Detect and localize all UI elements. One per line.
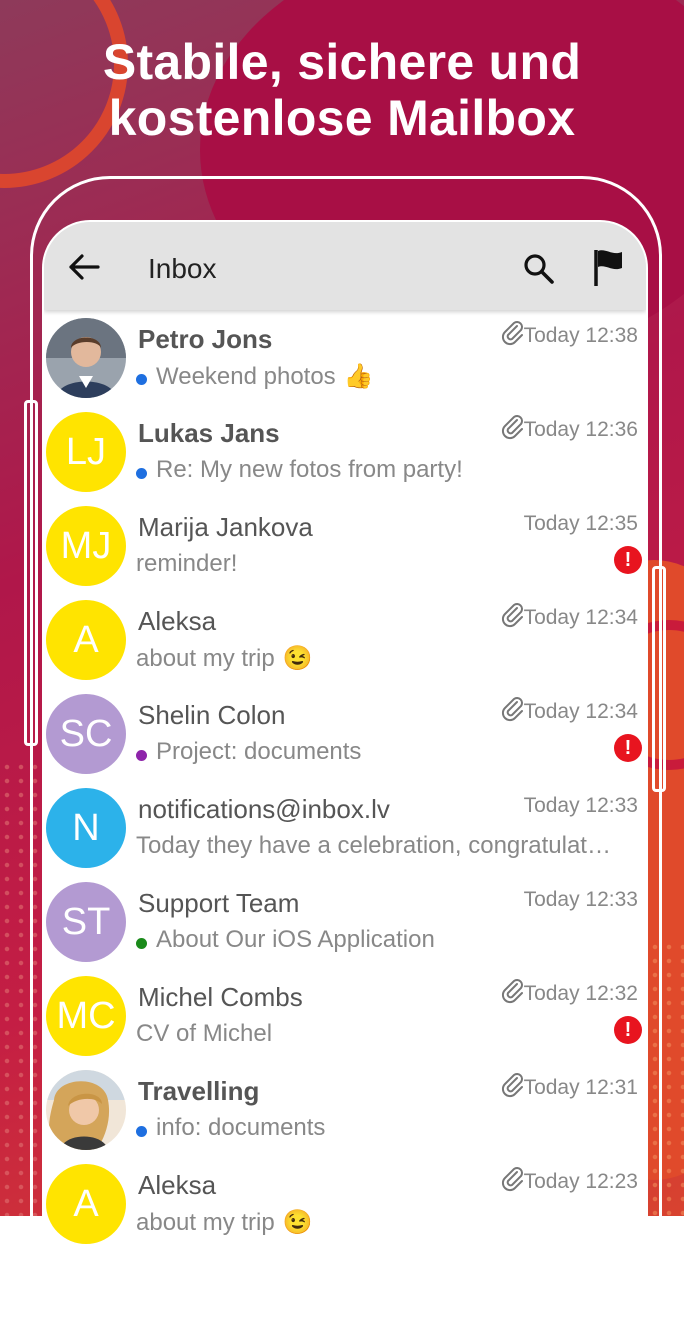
message-time: Today 12:33 xyxy=(523,794,638,817)
message-subject: reminder! xyxy=(136,550,620,578)
subject-text: about my trip xyxy=(136,1209,275,1236)
headline-line-2: kostenlose Mailbox xyxy=(108,90,576,146)
message-row[interactable]: ST Support Team Today 12:33 About Our iOS A… xyxy=(44,876,646,970)
subject-text: Re: My new fotos from party! xyxy=(156,456,463,483)
search-icon[interactable] xyxy=(522,252,556,286)
app-bar: Inbox xyxy=(44,222,646,310)
important-alert-icon: ! xyxy=(614,546,642,574)
attachment-icon xyxy=(500,1072,526,1098)
avatar xyxy=(46,1070,126,1150)
important-alert-icon: ! xyxy=(614,734,642,762)
message-subject: about my trip 😉 xyxy=(136,1208,620,1237)
message-subject: CV of Michel xyxy=(136,1020,620,1048)
message-subject: About Our iOS Application xyxy=(156,926,620,954)
message-subject: Re: My new fotos from party! xyxy=(156,456,620,484)
message-time: Today 12:36 xyxy=(523,418,638,441)
subject-text: Weekend photos xyxy=(156,363,336,390)
message-row[interactable]: LJ Lukas Jans Today 12:36 Re: My new fotos … xyxy=(44,406,646,500)
message-row[interactable]: Travelling Today 12:31 info: documents xyxy=(44,1064,646,1158)
message-row[interactable]: SC Shelin Colon Today 12:34 Project: docume… xyxy=(44,688,646,782)
attachment-icon xyxy=(500,602,526,628)
sender-name: Shelin Colon xyxy=(138,700,286,730)
page-title: Inbox xyxy=(148,253,217,284)
avatar: SC xyxy=(46,694,126,774)
message-time: Today 12:32 xyxy=(523,982,638,1005)
subject-emoji: 👍 xyxy=(343,363,374,390)
label-dot xyxy=(136,750,147,761)
avatar: ST xyxy=(46,882,126,962)
avatar: N xyxy=(46,788,126,868)
avatar: LJ xyxy=(46,412,126,492)
message-time: Today 12:38 xyxy=(523,324,638,347)
message-time: Today 12:31 xyxy=(523,1076,638,1099)
message-subject: about my trip 😉 xyxy=(136,644,620,673)
message-time: Today 12:35 xyxy=(523,512,638,535)
subject-text: info: documents xyxy=(156,1114,326,1141)
label-dot xyxy=(136,468,147,479)
attachment-icon xyxy=(500,1166,526,1192)
subject-text: about my trip xyxy=(136,645,275,672)
sender-name: Lukas Jans xyxy=(138,418,280,448)
important-alert-icon: ! xyxy=(614,1016,642,1044)
headline-line-1: Stabile, sichere und xyxy=(102,34,582,90)
label-dot xyxy=(136,374,147,385)
attachment-icon xyxy=(500,696,526,722)
message-time: Today 12:34 xyxy=(523,606,638,629)
message-row[interactable]: A Aleksa Today 12:34 about my trip 😉 xyxy=(44,594,646,688)
subject-text: CV of Michel xyxy=(136,1020,273,1047)
attachment-icon xyxy=(500,978,526,1004)
message-row[interactable]: Petro Jons Today 12:38 Weekend photos 👍 xyxy=(44,312,646,406)
avatar: MC xyxy=(46,976,126,1056)
label-dot xyxy=(136,938,147,949)
headline: Stabile, sichere und kostenlose Mailbox xyxy=(0,34,684,146)
phone-screen: Inbox Petro Jons Today 12:38 Weekend photo… xyxy=(42,220,648,1324)
arrow-left-icon[interactable] xyxy=(66,252,102,282)
message-time: Today 12:23 xyxy=(523,1170,638,1193)
message-row[interactable]: MC Michel Combs Today 12:32 CV of Michel! xyxy=(44,970,646,1064)
label-dot xyxy=(136,1126,147,1137)
attachment-icon xyxy=(500,320,526,346)
message-subject: Today they have a celebration, congratul… xyxy=(136,832,620,860)
message-subject: info: documents xyxy=(156,1114,620,1142)
avatar: MJ xyxy=(46,506,126,586)
sender-name: Support Team xyxy=(138,888,300,918)
message-subject: Project: documents xyxy=(156,738,620,766)
avatar: A xyxy=(46,1164,126,1244)
subject-text: reminder! xyxy=(136,550,238,577)
phone-side-button xyxy=(24,400,38,746)
sender-name: Travelling xyxy=(138,1076,260,1106)
sender-name: Aleksa xyxy=(138,1170,217,1200)
subject-text: About Our iOS Application xyxy=(156,926,435,953)
message-time: Today 12:33 xyxy=(523,888,638,911)
sender-name: Petro Jons xyxy=(138,324,273,354)
sender-name: Aleksa xyxy=(138,606,217,636)
message-row[interactable]: Nnotifications@inbox.lv Today 12:33 Today … xyxy=(44,782,646,876)
message-time: Today 12:34 xyxy=(523,700,638,723)
subject-text: Project: documents xyxy=(156,738,362,765)
subject-emoji: 😉 xyxy=(282,645,313,672)
subject-emoji: 😉 xyxy=(282,1209,313,1236)
sender-name: notifications@inbox.lv xyxy=(138,794,390,824)
avatar xyxy=(46,318,126,398)
message-row[interactable]: MJ Marija Jankova Today 12:35 reminder!! xyxy=(44,500,646,594)
message-row[interactable]: A Aleksa Today 12:23 about my trip 😉 xyxy=(44,1158,646,1252)
subject-text: Today they have a celebration, congratul… xyxy=(136,832,611,859)
sender-name: Marija Jankova xyxy=(138,512,313,542)
phone-side-button xyxy=(652,566,666,792)
attachment-icon xyxy=(500,414,526,440)
sender-name: Michel Combs xyxy=(138,982,303,1012)
message-list: Petro Jons Today 12:38 Weekend photos 👍 LJ Lu… xyxy=(44,312,646,1252)
flag-icon[interactable] xyxy=(592,248,628,288)
message-subject: Weekend photos 👍 xyxy=(156,362,620,391)
avatar: A xyxy=(46,600,126,680)
